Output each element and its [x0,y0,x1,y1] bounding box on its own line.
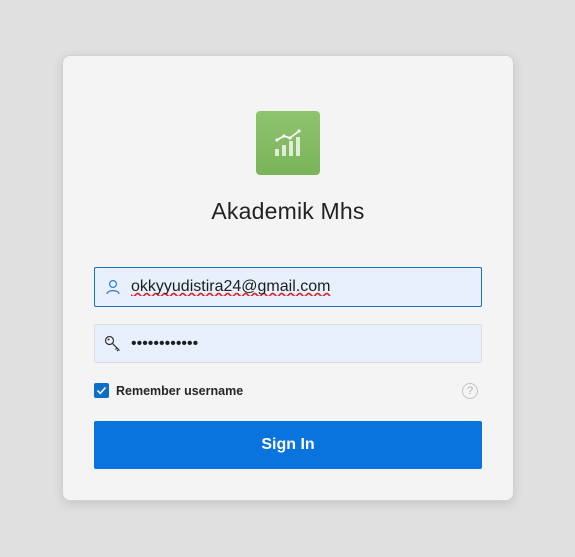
remember-label: Remember username [116,383,244,398]
user-icon [95,268,131,306]
app-title: Akademik Mhs [211,198,365,224]
login-card: Akademik Mhs Remember username ? [62,55,514,501]
password-field[interactable] [94,324,482,363]
remember-username[interactable]: Remember username [94,383,243,398]
help-icon[interactable]: ? [462,383,478,399]
username-field[interactable] [94,267,482,307]
sign-in-button[interactable]: Sign In [94,421,482,469]
bar-chart-trend-icon [275,129,301,156]
app-logo [256,111,320,175]
remember-checkbox[interactable] [94,383,109,398]
checkmark-icon [96,386,107,395]
username-input[interactable] [131,278,471,296]
key-icon [95,325,131,362]
password-input[interactable] [131,334,471,353]
